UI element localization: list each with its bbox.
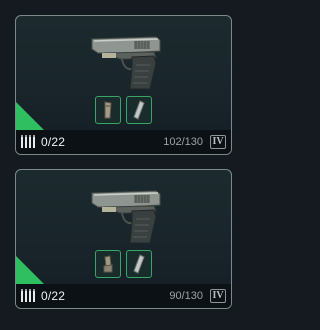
rarity-corner-indicator — [16, 102, 44, 130]
weapon-mods — [95, 96, 152, 124]
weapon-card-footer: 0/22 102/130 IV — [16, 130, 231, 154]
suppressor-mod-icon — [133, 100, 145, 120]
ammo-icon — [21, 289, 35, 302]
mod-slot[interactable] — [126, 250, 152, 278]
mod-slot[interactable] — [95, 250, 121, 278]
ammo-count: 0/22 — [41, 135, 66, 149]
weapon-card[interactable]: 0/22 90/130 IV — [15, 169, 232, 309]
rarity-corner-indicator — [16, 256, 44, 284]
muzzle-brake-mod-icon — [103, 255, 113, 273]
tier-badge: IV — [210, 135, 226, 149]
mod-slot[interactable] — [95, 96, 121, 124]
weapon-inventory-panel: 0/22 102/130 IV 0/22 90/130 IV — [0, 0, 245, 330]
weapon-card[interactable]: 0/22 102/130 IV — [15, 15, 232, 155]
pistol-icon — [91, 36, 161, 90]
suppressor-mod-icon — [133, 254, 145, 274]
mod-slot[interactable] — [126, 96, 152, 124]
pistol-icon — [91, 190, 161, 244]
ammo-icon — [21, 135, 35, 148]
tier-badge: IV — [210, 289, 226, 303]
ammo-count: 0/22 — [41, 289, 66, 303]
magazine-mod-icon — [104, 101, 112, 119]
weapon-mods — [95, 250, 152, 278]
durability-value: 90/130 — [169, 290, 203, 302]
weapon-card-footer: 0/22 90/130 IV — [16, 284, 231, 308]
durability-value: 102/130 — [163, 136, 203, 148]
